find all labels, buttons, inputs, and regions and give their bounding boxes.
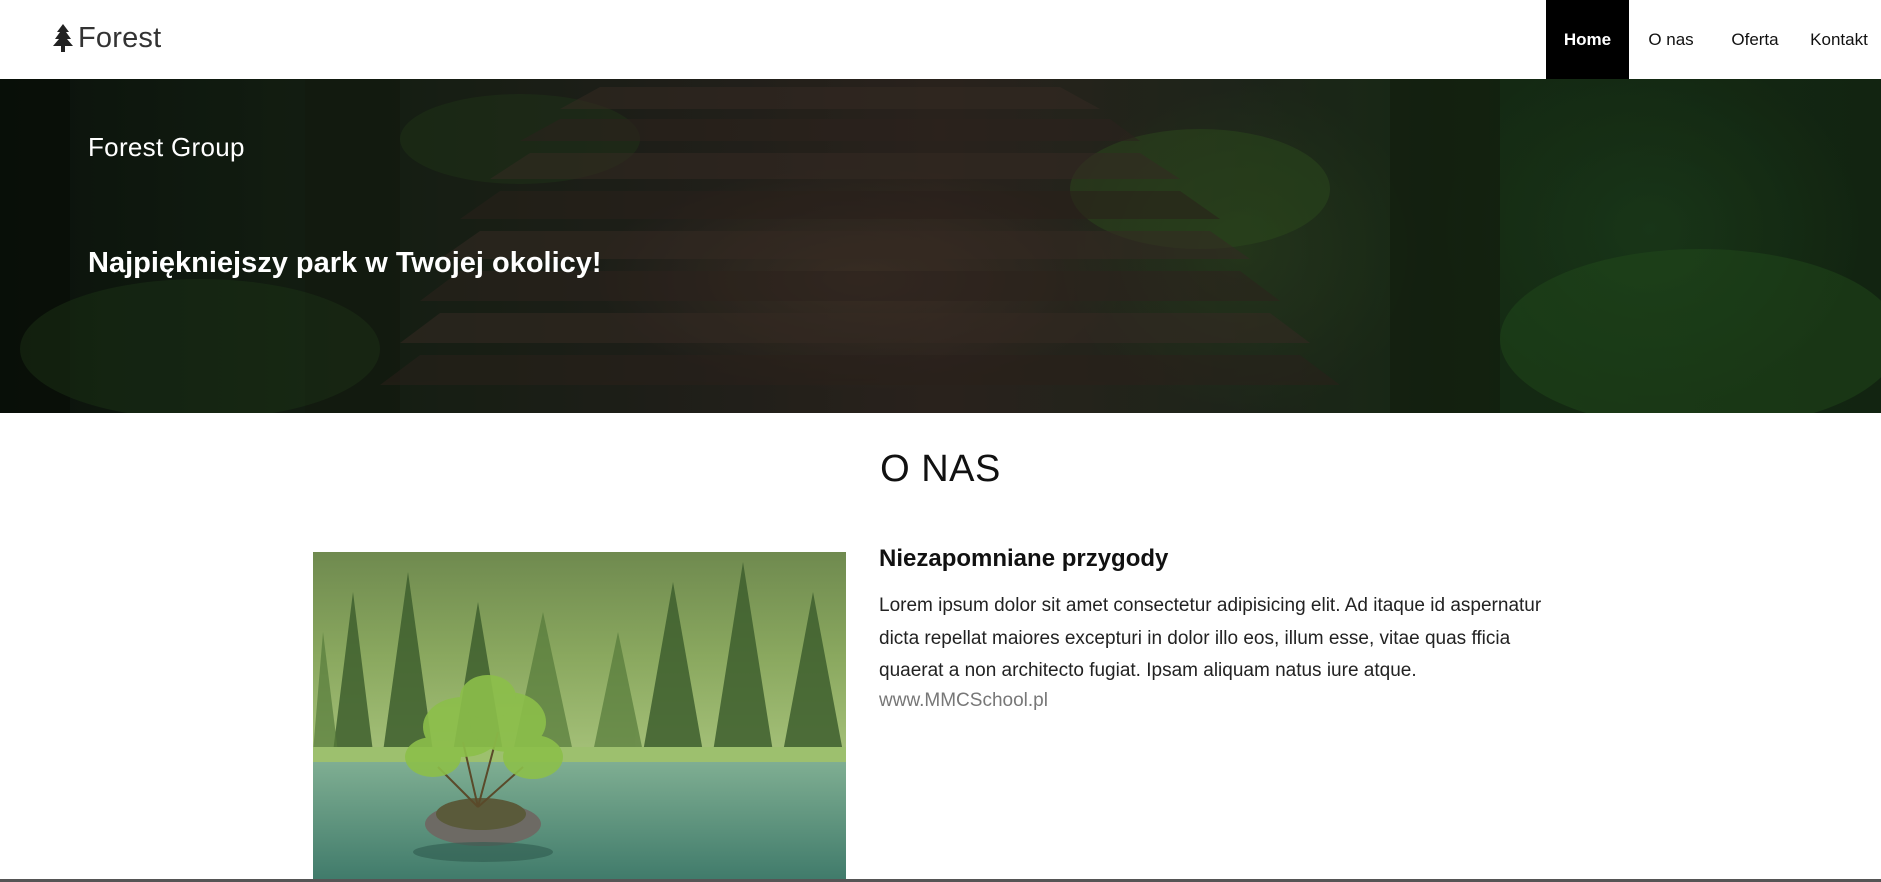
nav-oferta[interactable]: Oferta bbox=[1713, 0, 1797, 79]
nav-kontakt[interactable]: Kontakt bbox=[1797, 0, 1881, 79]
brand-link[interactable]: Forest bbox=[52, 18, 161, 58]
nav-o-nas[interactable]: O nas bbox=[1629, 0, 1713, 79]
hero-title: Najpiękniejszy park w Twojej okolicy! bbox=[88, 247, 602, 279]
main-nav: Home O nas Oferta Kontakt bbox=[1546, 0, 1881, 79]
about-paragraph: Lorem ipsum dolor sit amet consectetur a… bbox=[879, 595, 1542, 681]
tree-icon bbox=[53, 24, 73, 52]
hero-banner bbox=[0, 79, 1881, 413]
navbar: Forest Home O nas Oferta Kontakt bbox=[0, 0, 1881, 79]
website-link[interactable]: www.MMCSchool.pl bbox=[879, 690, 1048, 712]
hero-overlay bbox=[0, 79, 1881, 413]
about-heading: Niezapomniane przygody bbox=[879, 545, 1169, 572]
hero-subtitle: Forest Group bbox=[88, 132, 245, 162]
section-title-about: O NAS bbox=[880, 448, 1001, 490]
nav-home[interactable]: Home bbox=[1546, 0, 1629, 79]
brand-name: Forest bbox=[78, 21, 162, 54]
about-lake-image bbox=[313, 552, 846, 882]
